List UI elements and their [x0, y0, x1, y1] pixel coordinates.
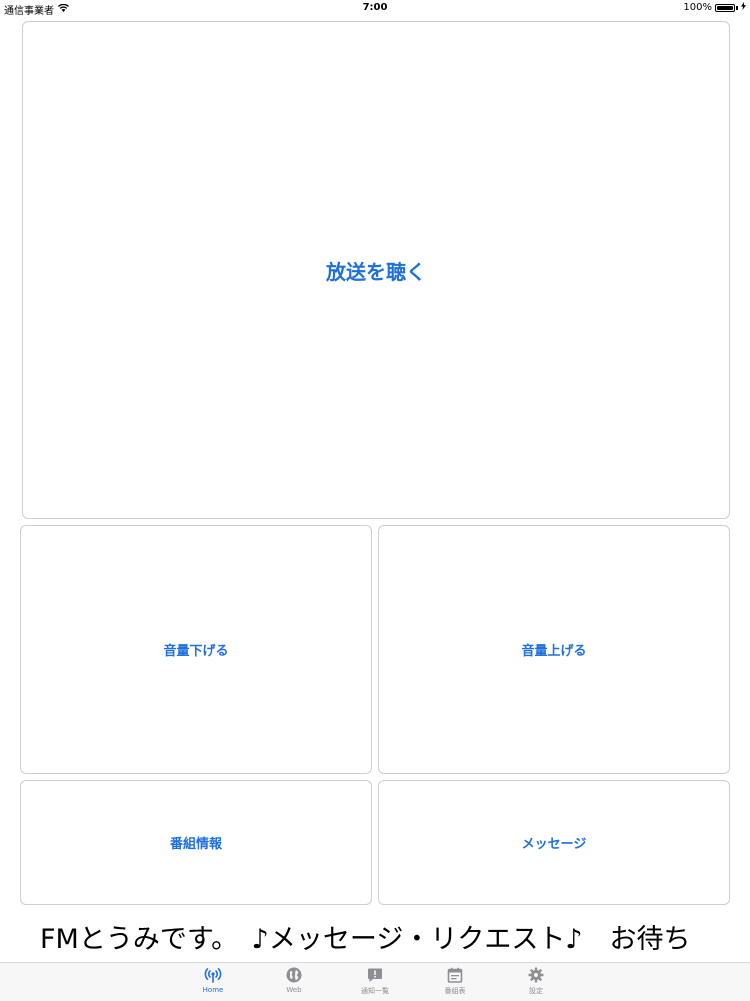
- tab-home[interactable]: Home: [183, 966, 243, 1000]
- battery-tip: [736, 5, 738, 10]
- status-bar: 通信事業者 7:00 100%: [0, 0, 750, 17]
- program-info-button[interactable]: 番組情報: [20, 780, 372, 905]
- gear-icon: [527, 966, 545, 984]
- radio-antenna-icon: [204, 966, 222, 984]
- volume-down-label: 音量下げる: [163, 644, 229, 659]
- tab-schedule-label: 番組表: [444, 987, 466, 995]
- battery-percent: 100%: [683, 2, 712, 13]
- tab-web[interactable]: Web: [264, 966, 324, 1000]
- tab-web-label: Web: [286, 986, 302, 994]
- status-right: 100%: [683, 2, 746, 13]
- tab-notifications-label: 通知一覧: [361, 987, 389, 995]
- listen-broadcast-button[interactable]: 放送を聴く: [22, 21, 730, 519]
- calendar-icon: [446, 966, 464, 984]
- tab-settings-label: 設定: [529, 987, 543, 995]
- tab-schedule[interactable]: 番組表: [425, 966, 485, 1000]
- message-label: メッセージ: [521, 837, 587, 852]
- program-info-label: 番組情報: [169, 837, 222, 852]
- listen-broadcast-label: 放送を聴く: [326, 259, 426, 284]
- tab-bar: Home Web 通知一覧 番組表 設定: [0, 962, 750, 1001]
- tab-notifications[interactable]: 通知一覧: [345, 966, 405, 1000]
- battery-icon: [715, 3, 735, 12]
- volume-up-label: 音量上げる: [521, 644, 587, 659]
- volume-down-button[interactable]: 音量下げる: [20, 525, 372, 774]
- message-button[interactable]: メッセージ: [378, 780, 730, 905]
- notification-icon: [366, 966, 384, 984]
- status-time: 7:00: [362, 2, 388, 13]
- volume-up-button[interactable]: 音量上げる: [378, 525, 730, 774]
- charging-icon: [741, 2, 746, 13]
- globe-icon: [285, 966, 303, 984]
- ticker: FMとうみです。 ♪メッセージ・リクエスト♪ お待ち: [0, 912, 750, 958]
- ticker-text: FMとうみです。 ♪メッセージ・リクエスト♪ お待ち: [40, 924, 691, 955]
- tab-settings[interactable]: 設定: [506, 966, 566, 1000]
- tab-home-label: Home: [202, 986, 224, 994]
